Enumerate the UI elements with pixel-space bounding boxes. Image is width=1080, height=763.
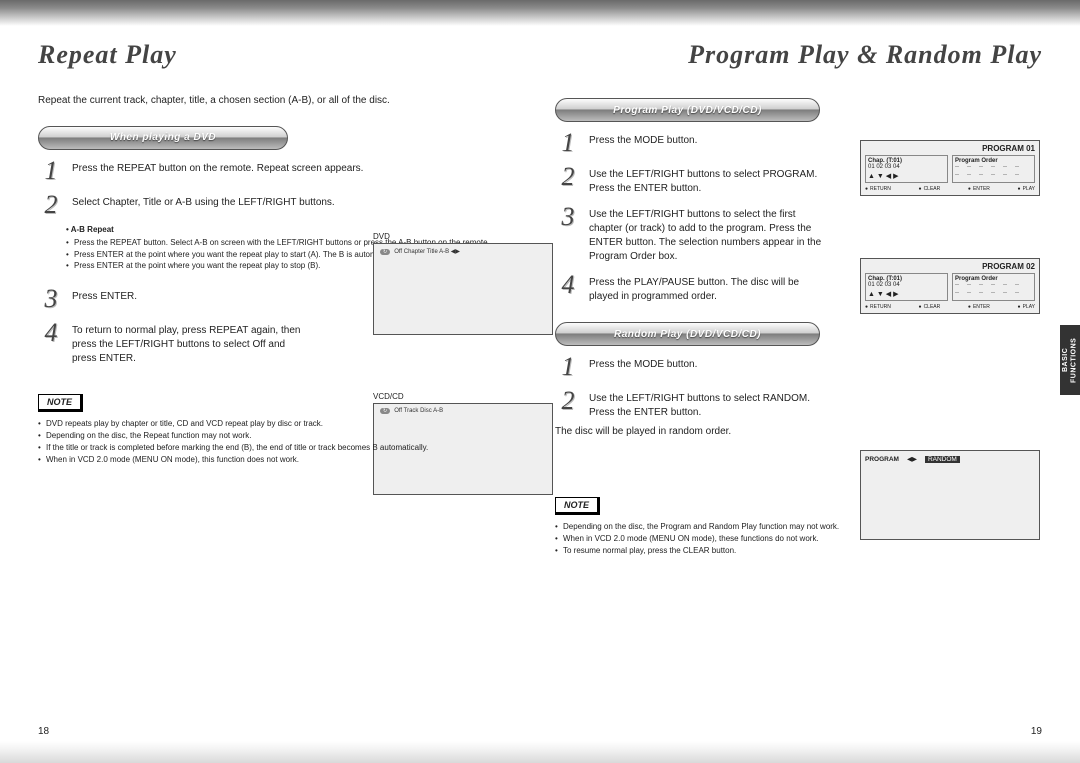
osd-dvd-line: Off Chapter Title A-B ◀▶ [394, 248, 460, 255]
left-step-1: 1 Press the REPEAT button on the remote.… [38, 158, 525, 184]
pill-label: Program Play (DVD/VCD/CD) [613, 105, 762, 116]
step-text: Use the LEFT/RIGHT buttons to select the… [589, 204, 824, 264]
right-title: Program Play & Random Play [555, 40, 1042, 70]
osd-dvd-wrapper: DVD ↻ Off Chapter Title A-B ◀▶ [373, 232, 553, 335]
step-text: Select Chapter, Title or A-B using the L… [72, 192, 335, 218]
step-text: Press ENTER. [72, 286, 137, 312]
pill-label: When playing a DVD [110, 132, 216, 143]
side-tab: BASIC FUNCTIONS [1060, 325, 1080, 395]
step-text: To return to normal play, press REPEAT a… [72, 320, 312, 366]
note-item: To resume normal play, press the CLEAR b… [555, 545, 1042, 557]
program-step-4: 4 Press the PLAY/PAUSE button. The disc … [555, 272, 1042, 304]
step-number: 2 [555, 388, 581, 420]
osd-dvd-box: ↻ Off Chapter Title A-B ◀▶ [373, 243, 553, 335]
step-text: Use the LEFT/RIGHT buttons to select PRO… [589, 164, 819, 196]
step-text: Use the LEFT/RIGHT buttons to select RAN… [589, 388, 824, 420]
note-tag-left: NOTE [38, 394, 83, 412]
step-number: 2 [555, 164, 581, 196]
random-after: The disc will be played in random order. [555, 426, 1042, 437]
step-number: 4 [38, 320, 64, 366]
step-number: 1 [555, 354, 581, 380]
osd-vcd-line: Off Track Disc A-B [394, 408, 443, 414]
left-intro: Repeat the current track, chapter, title… [38, 94, 525, 108]
step-text: Press the MODE button. [589, 130, 697, 156]
program-step-3: 3 Use the LEFT/RIGHT buttons to select t… [555, 204, 1042, 264]
left-step-2: 2 Select Chapter, Title or A-B using the… [38, 192, 525, 218]
note-item: When in VCD 2.0 mode (MENU ON mode), the… [555, 533, 1042, 545]
left-title: Repeat Play [38, 40, 525, 70]
step-number: 1 [555, 130, 581, 156]
random-step-1: 1 Press the MODE button. [555, 354, 1042, 380]
step-number: 3 [555, 204, 581, 264]
step-text: Press the PLAY/PAUSE button. The disc wi… [589, 272, 824, 304]
side-tab-label: BASIC FUNCTIONS [1062, 325, 1079, 395]
page-number-right: 19 [1031, 726, 1042, 737]
left-page: Repeat Play Repeat the current track, ch… [38, 40, 525, 557]
right-notes: Depending on the disc, the Program and R… [555, 521, 1042, 557]
pill-program-play: Program Play (DVD/VCD/CD) [555, 98, 820, 122]
step-text: Press the MODE button. [589, 354, 697, 380]
page-number-left: 18 [38, 726, 49, 737]
step-number: 4 [555, 272, 581, 304]
right-page: Program Play & Random Play Program Play … [555, 40, 1042, 557]
osd-vcd-label: VCD/CD [373, 392, 553, 401]
note-tag-right: NOTE [555, 497, 600, 515]
pill-when-playing-dvd: When playing a DVD [38, 126, 288, 150]
note-item: Depending on the disc, the Program and R… [555, 521, 1042, 533]
step-number: 3 [38, 286, 64, 312]
pill-label: Random Play (DVD/VCD/CD) [614, 329, 761, 340]
program-step-1: 1 Press the MODE button. [555, 130, 1042, 156]
program-step-2: 2 Use the LEFT/RIGHT buttons to select P… [555, 164, 1042, 196]
osd-dvd-label: DVD [373, 232, 553, 241]
pill-random-play: Random Play (DVD/VCD/CD) [555, 322, 820, 346]
step-number: 2 [38, 192, 64, 218]
repeat-icon: ↻ [380, 408, 390, 414]
repeat-icon: ↻ [380, 249, 390, 255]
step-text: Press the REPEAT button on the remote. R… [72, 158, 363, 184]
note-item: DVD repeats play by chapter or title, CD… [38, 418, 525, 430]
note-item: If the title or track is completed befor… [38, 442, 525, 454]
random-step-2: 2 Use the LEFT/RIGHT buttons to select R… [555, 388, 1042, 420]
note-item: Depending on the disc, the Repeat functi… [38, 430, 525, 442]
left-notes: DVD repeats play by chapter or title, CD… [38, 418, 525, 466]
bottom-gradient [0, 741, 1080, 763]
note-item: When in VCD 2.0 mode (MENU ON mode), thi… [38, 454, 525, 466]
step-number: 1 [38, 158, 64, 184]
